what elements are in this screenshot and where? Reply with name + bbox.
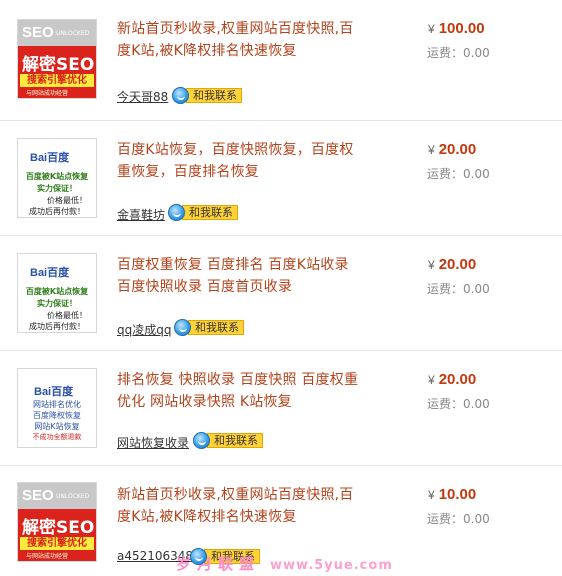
list-item: Bai百度 网站排名优化 百度降权恢复 网站K站恢复 不成功全额退款 排名恢复 … (0, 350, 562, 465)
listing-title-link[interactable]: 新站首页秒收录,权重网站百度快照,百度K站,被K降权排名快速恢复 (117, 18, 362, 62)
price: ¥20.00 (428, 256, 476, 273)
list-item: SEO UNLOCKED 解密SEO 搜索引擎优化 与网站成功经营 新站首页秒收… (0, 0, 562, 115)
wangwang-icon (190, 547, 207, 565)
baidu-logo: Bai百度 (34, 386, 74, 398)
price: ¥20.00 (428, 141, 476, 158)
listing-title-link[interactable]: 新站首页秒收录,权重网站百度快照,百度K站,被K降权排名快速恢复 (117, 484, 362, 528)
price: ¥100.00 (428, 20, 485, 37)
contact-seller-button[interactable]: 和我联系 (168, 203, 238, 221)
price-value: 20.00 (438, 256, 477, 273)
thumb-text: 实力保证！ (37, 184, 77, 193)
site-watermark: 岁月联盟 www.5yue.com (176, 553, 393, 574)
thumb-text: 成功后再付款！ (29, 322, 85, 331)
thumb-text: 网站K站恢复 (34, 422, 80, 431)
price-value: 10.00 (438, 486, 477, 503)
listing-title-link[interactable]: 百度K站恢复，百度快照恢复，百度权重恢复，百度排名恢复 (117, 139, 362, 183)
contact-seller-button[interactable]: 和我联系 (174, 318, 244, 336)
thumb-text: UNLOCKED (56, 493, 90, 500)
seller-link[interactable]: 今天哥88 (117, 88, 168, 105)
shipping-fee: 运费：0.00 (427, 46, 490, 60)
wangwang-icon (172, 86, 189, 104)
wangwang-icon (168, 203, 185, 221)
currency-symbol: ¥ (428, 373, 435, 387)
contact-label: 和我联系 (188, 319, 244, 335)
list-item: Bai百度 百度被K站点恢复 实力保证！ 价格最低！ 成功后再付款！ 百度权重恢… (0, 235, 562, 350)
thumb-text: 解密SEO (22, 55, 95, 75)
thumb-text: 实力保证！ (37, 299, 77, 308)
seller-link[interactable]: qq凌成qq (117, 321, 171, 338)
product-thumbnail[interactable]: SEO UNLOCKED 解密SEO 搜索引擎优化 与网站成功经营 (17, 19, 97, 99)
product-thumbnail[interactable]: Bai百度 网站排名优化 百度降权恢复 网站K站恢复 不成功全额退款 (17, 368, 97, 448)
seller-link[interactable]: 网站恢复收录 (117, 434, 189, 451)
list-item: Bai百度 百度被K站点恢复 实力保证！ 价格最低！ 成功后再付款！ 百度K站恢… (0, 120, 562, 235)
currency-symbol: ¥ (428, 143, 435, 157)
contact-label: 和我联系 (186, 87, 242, 103)
thumb-text: 解密SEO (22, 518, 95, 538)
thumb-text: 百度降权恢复 (33, 411, 81, 420)
thumb-text: SEO (22, 24, 54, 41)
thumb-text: 价格最低！ (47, 311, 87, 320)
thumb-text: 搜索引擎优化 (20, 537, 94, 550)
wangwang-icon (193, 431, 210, 449)
thumb-text: 与网站成功经营 (26, 90, 69, 97)
contact-label: 和我联系 (182, 204, 238, 220)
price: ¥20.00 (428, 371, 476, 388)
shipping-fee: 运费：0.00 (427, 397, 490, 411)
price-value: 100.00 (438, 20, 485, 37)
price-value: 20.00 (438, 141, 477, 158)
thumb-text: 价格最低！ (47, 196, 87, 205)
baidu-logo: Bai百度 (30, 267, 70, 279)
contact-label: 和我联系 (207, 432, 263, 448)
thumb-text: SEO (22, 487, 54, 504)
thumb-text: 不成功全额退款 (32, 433, 82, 441)
thumb-text: 百度被K站点恢复 (25, 172, 89, 181)
listing-title-link[interactable]: 排名恢复 快照收录 百度快照 百度权重优化 网站收录快照 K站恢复 (117, 369, 362, 413)
thumb-text: 百度被K站点恢复 (25, 287, 89, 296)
shipping-fee: 运费：0.00 (427, 282, 490, 296)
thumb-text: 搜索引擎优化 (20, 74, 94, 87)
price-value: 20.00 (438, 371, 477, 388)
thumb-text: 网站排名优化 (33, 400, 81, 409)
thumb-text: 成功后再付款！ (29, 207, 85, 216)
watermark-url: www.5yue.com (270, 558, 393, 573)
baidu-logo: Bai百度 (30, 152, 70, 164)
product-thumbnail[interactable]: SEO UNLOCKED 解密SEO 搜索引擎优化 与网站成功经营 (17, 482, 97, 562)
currency-symbol: ¥ (428, 22, 435, 36)
watermark-text: 岁月联盟 (176, 555, 261, 573)
product-thumbnail[interactable]: Bai百度 百度被K站点恢复 实力保证！ 价格最低！ 成功后再付款！ (17, 138, 97, 218)
shipping-fee: 运费：0.00 (427, 512, 490, 526)
price: ¥10.00 (428, 486, 476, 503)
listing-list: SEO UNLOCKED 解密SEO 搜索引擎优化 与网站成功经营 新站首页秒收… (0, 0, 562, 576)
contact-seller-button[interactable]: 和我联系 (193, 431, 263, 449)
wangwang-icon (174, 318, 191, 336)
thumb-text: 与网站成功经营 (26, 553, 69, 560)
product-thumbnail[interactable]: Bai百度 百度被K站点恢复 实力保证！ 价格最低！ 成功后再付款！ (17, 253, 97, 333)
seller-link[interactable]: 金喜鞋坊 (117, 206, 165, 223)
listing-title-link[interactable]: 百度权重恢复 百度排名 百度K站收录 百度快照收录 百度首页收录 (117, 254, 362, 298)
contact-seller-button[interactable]: 和我联系 (172, 86, 242, 104)
currency-symbol: ¥ (428, 258, 435, 272)
shipping-fee: 运费：0.00 (427, 167, 490, 181)
currency-symbol: ¥ (428, 488, 435, 502)
thumb-text: UNLOCKED (56, 30, 90, 37)
